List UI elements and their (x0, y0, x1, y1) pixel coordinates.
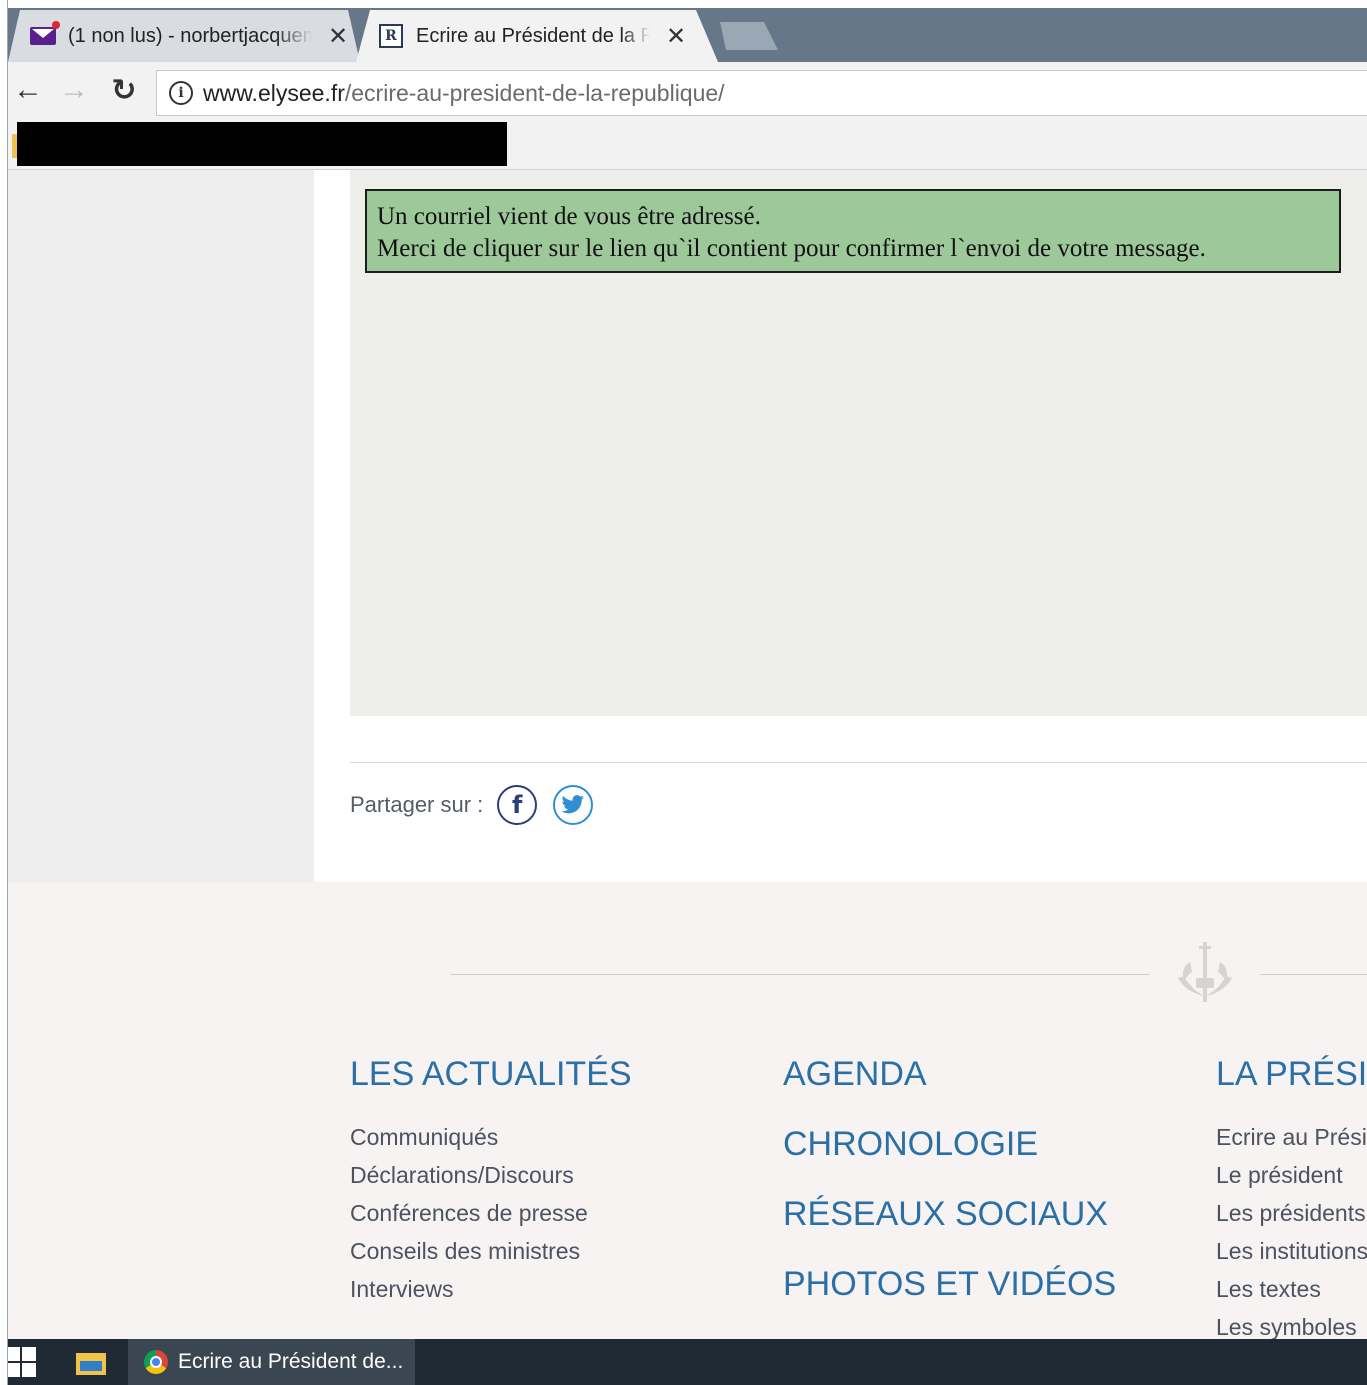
footer-link-symboles[interactable]: Les symboles (1216, 1308, 1367, 1339)
footer-link-communiques[interactable]: Communiqués (350, 1118, 632, 1156)
rf-logo-icon: R (378, 24, 404, 48)
footer-column-actualites: LES ACTUALITÉS Communiqués Déclarations/… (350, 1054, 632, 1308)
footer-heading-agenda[interactable]: AGENDA (783, 1054, 1116, 1094)
close-icon[interactable]: ✕ (326, 22, 350, 51)
footer-column-presidence: LA PRÉSIDENCE Ecrire au Président Le pré… (1216, 1054, 1367, 1339)
elysee-emblem-icon (1178, 942, 1232, 1002)
taskbar-app-label: Ecrire au Président de... (178, 1350, 404, 1373)
footer-rule-left (450, 974, 1150, 975)
footer-link-les-presidents[interactable]: Les présidents (1216, 1194, 1367, 1232)
bookmarks-bar (8, 122, 1367, 170)
footer-link-ecrire[interactable]: Ecrire au Président (1216, 1118, 1367, 1156)
footer-link-conferences[interactable]: Conférences de presse (350, 1194, 632, 1232)
confirmation-notice: Un courriel vient de vous être adressé. … (365, 189, 1341, 273)
footer-links-actualites: Communiqués Déclarations/Discours Confér… (350, 1118, 632, 1308)
left-margin (8, 170, 314, 882)
site-footer: LES ACTUALITÉS Communiqués Déclarations/… (8, 882, 1367, 1339)
tab-title: (1 non lus) - norbertjacquemin@yahoo.fr (68, 24, 312, 47)
divider (350, 762, 1367, 763)
twitter-icon[interactable] (553, 785, 594, 825)
file-explorer-icon[interactable] (76, 1349, 106, 1375)
footer-heading-reseaux[interactable]: RÉSEAUX SOCIAUX (783, 1194, 1116, 1234)
mail-icon (30, 21, 60, 47)
footer-link-le-president[interactable]: Le président (1216, 1156, 1367, 1194)
reload-icon[interactable]: ↻ (104, 70, 144, 110)
tab-yahoo-mail[interactable]: (1 non lus) - norbertjacquemin@yahoo.fr … (8, 10, 360, 62)
tab-elysee[interactable]: R Ecrire au Président de la République ✕ (356, 10, 718, 62)
footer-link-institutions[interactable]: Les institutions (1216, 1232, 1367, 1270)
footer-heading-chronologie[interactable]: CHRONOLOGIE (783, 1124, 1116, 1164)
forward-arrow-icon[interactable]: → (54, 70, 94, 110)
url-path: /ecrire-au-president-de-la-republique/ (344, 79, 725, 106)
notice-line-2: Merci de cliquer sur le lien qu`il conti… (377, 235, 1206, 262)
share-bar: Partager sur : f (350, 782, 609, 828)
taskbar-chrome-app[interactable]: Ecrire au Président de... (128, 1339, 415, 1385)
footer-link-declarations[interactable]: Déclarations/Discours (350, 1156, 632, 1194)
footer-link-textes[interactable]: Les textes (1216, 1270, 1367, 1308)
address-bar[interactable]: i www.elysee.fr/ecrire-au-president-de-l… (156, 70, 1367, 116)
footer-heading-actualites[interactable]: LES ACTUALITÉS (350, 1054, 632, 1094)
window-edge (0, 0, 8, 1385)
taskbar: Ecrire au Président de... (0, 1339, 1367, 1385)
share-label: Partager sur : (350, 792, 484, 817)
footer-heading-photos[interactable]: PHOTOS ET VIDÉOS (783, 1264, 1116, 1304)
chrome-icon (144, 1350, 168, 1374)
footer-links-presidence: Ecrire au Président Le président Les pré… (1216, 1118, 1367, 1339)
browser-toolbar: ← → ↻ i www.elysee.fr/ecrire-au-presiden… (8, 62, 1367, 122)
info-icon[interactable]: i (169, 81, 193, 105)
redacted-bookmarks (17, 122, 507, 166)
windows-start-icon[interactable] (6, 1347, 36, 1377)
footer-rule-right (1260, 974, 1367, 975)
tab-strip: (1 non lus) - norbertjacquemin@yahoo.fr … (0, 0, 1367, 62)
footer-column-agenda: AGENDA CHRONOLOGIE RÉSEAUX SOCIAUX PHOTO… (783, 1054, 1116, 1334)
tab-title: Ecrire au Président de la République (416, 24, 650, 47)
page-content: Un courriel vient de vous être adressé. … (8, 170, 1367, 1339)
footer-link-conseils[interactable]: Conseils des ministres (350, 1232, 632, 1270)
url-host: www.elysee.fr (203, 79, 345, 106)
close-icon[interactable]: ✕ (664, 22, 688, 51)
footer-link-interviews[interactable]: Interviews (350, 1270, 632, 1308)
facebook-icon[interactable]: f (497, 785, 538, 825)
footer-heading-presidence[interactable]: LA PRÉSIDENCE (1216, 1054, 1367, 1094)
back-arrow-icon[interactable]: ← (8, 70, 48, 110)
notice-line-1: Un courriel vient de vous être adressé. (377, 203, 761, 230)
